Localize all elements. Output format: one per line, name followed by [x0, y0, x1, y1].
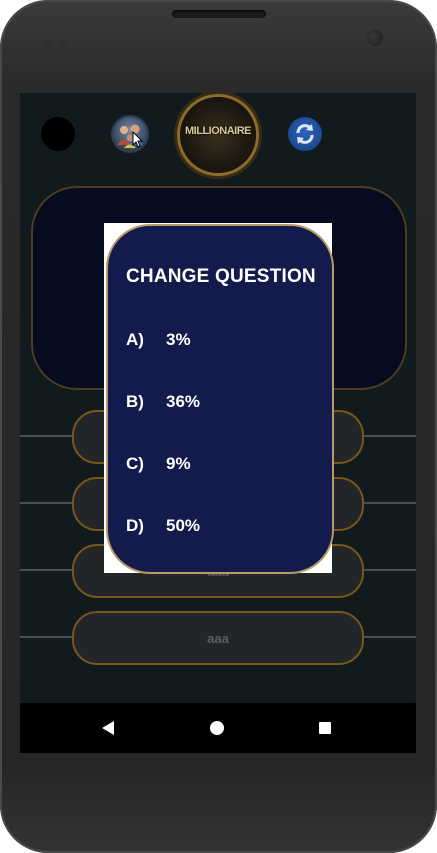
- option-value: 36%: [166, 392, 201, 411]
- dialog-option-a[interactable]: A) 3%: [126, 330, 191, 350]
- answer-button-d[interactable]: aaa: [72, 611, 364, 665]
- front-camera: [367, 30, 383, 46]
- change-question-lifeline-button[interactable]: [288, 117, 322, 151]
- refresh-icon: [296, 124, 314, 144]
- dialog-option-c[interactable]: C) 9%: [126, 454, 191, 474]
- back-icon[interactable]: [102, 721, 114, 735]
- dialog-option-b[interactable]: B) 36%: [126, 392, 200, 412]
- recents-icon[interactable]: [319, 722, 331, 734]
- logo-title: MILLIONAIRE: [185, 125, 252, 137]
- dialog-title: CHANGE QUESTION: [126, 266, 316, 287]
- home-icon[interactable]: [210, 721, 224, 735]
- pointer-cursor-icon: [132, 131, 144, 148]
- level-indicator: [41, 117, 75, 151]
- option-value: 3%: [166, 330, 191, 349]
- option-value: 9%: [166, 454, 191, 473]
- android-nav-bar: [20, 703, 416, 753]
- phone-frame: MILLIONAIRE aaa aaa CHANGE QUESTION: [0, 0, 437, 853]
- option-letter: A): [126, 330, 144, 349]
- top-bar: MILLIONAIRE: [20, 93, 416, 183]
- dialog-option-d[interactable]: D) 50%: [126, 516, 200, 536]
- option-value: 50%: [166, 516, 201, 535]
- option-letter: D): [126, 516, 144, 535]
- earpiece-speaker: [172, 10, 266, 18]
- app-screen: MILLIONAIRE aaa aaa CHANGE QUESTION: [20, 93, 416, 753]
- millionaire-logo: MILLIONAIRE: [180, 97, 256, 173]
- option-letter: B): [126, 392, 144, 411]
- option-letter: C): [126, 454, 144, 473]
- sensor-dots: [44, 34, 72, 53]
- change-question-dialog: CHANGE QUESTION A) 3% B) 36% C) 9% D) 50%: [106, 224, 334, 574]
